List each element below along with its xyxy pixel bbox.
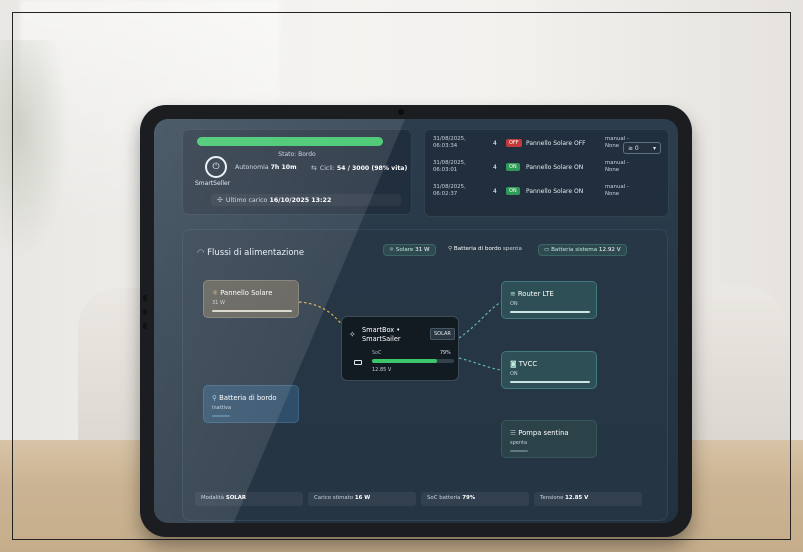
- power-icon: ⏻: [205, 156, 227, 178]
- log-row: 31/08/2025, 06:03:01 4 ON Pannello Solar…: [433, 160, 663, 180]
- router-node-sub: ON: [510, 301, 518, 307]
- side-button: [143, 323, 147, 329]
- side-button: [143, 309, 147, 315]
- battery-icon: ▭: [544, 247, 550, 253]
- autonomy-label: Autonomia: [235, 164, 269, 171]
- solar-connector: [298, 301, 344, 327]
- hub-mode-badge: SOLAR: [430, 328, 455, 340]
- log-timestamp: 31/08/2025, 06:03:34: [433, 136, 466, 149]
- router-node-bar: [510, 311, 590, 313]
- router-connector: [458, 301, 502, 339]
- chevron-down-icon: ▾: [652, 145, 656, 152]
- soc-bar-track: [372, 359, 454, 363]
- log-filter-select[interactable]: ≥ 0 ▾: [623, 142, 661, 154]
- status-card: Stato: Bordo ⏻ SmartSeller Autonomia 7h …: [182, 129, 412, 215]
- pump-node-title: ☰ Pompa sentina: [510, 429, 569, 437]
- autonomy-stat: Autonomia 7h 10m: [235, 164, 297, 171]
- footer-mode: Modalità SOLAR: [195, 492, 303, 506]
- board-battery-chip: ⚲ Batteria di bordo spenta: [448, 246, 522, 252]
- router-lte-node[interactable]: ≋ Router LTE ON: [501, 281, 597, 319]
- tvcc-connector: [458, 357, 502, 371]
- tvcc-node-title: ◙ TVCC: [510, 360, 538, 368]
- battery-node-sub: Inattiva: [212, 405, 232, 411]
- solar-chip: ☼ Solare 31 W: [383, 244, 436, 256]
- footer-voltage: Tensione 12.85 V: [534, 492, 642, 506]
- tvcc-node-sub: ON: [510, 371, 518, 377]
- last-charge: ✣ Ultimo carico 16/10/2025 13:22: [211, 194, 401, 206]
- log-timestamp: 31/08/2025, 06:03:01: [433, 160, 466, 173]
- cycles-stat: ⇆ Cicli: 54 / 3000 (98% vita): [311, 164, 408, 172]
- tvcc-node-bar: [510, 381, 590, 383]
- log-event: Pannello Solare OFF: [526, 140, 586, 147]
- event-log-card: 31/08/2025, 06:03:34 4 OFF Pannello Sola…: [424, 129, 669, 217]
- sun-icon: ☼: [389, 247, 395, 253]
- sun-icon: ☼: [212, 289, 219, 297]
- solar-panel-node[interactable]: ☼ Pannello Solare 31 W: [203, 280, 299, 318]
- cycles-label: Cicli: [319, 165, 333, 172]
- system-battery-chip: ▭ Batteria sistema 12.92 V: [538, 244, 627, 256]
- hub-soc-percent: 79%: [440, 351, 451, 356]
- log-filter-value: ≥ 0: [628, 145, 639, 152]
- footer-soc: SoC batteria 79%: [421, 492, 529, 506]
- battery-node-title: ⚲ Batteria di bordo: [212, 394, 277, 402]
- battery-node-bar: [212, 415, 230, 417]
- plug-icon: ⚲: [212, 394, 217, 402]
- cycles-value: 54 / 3000 (98% vita): [336, 165, 408, 172]
- hub-soc-label: SoC: [372, 351, 382, 356]
- tvcc-node[interactable]: ◙ TVCC ON: [501, 351, 597, 389]
- last-charge-label: Ultimo carico: [225, 197, 268, 204]
- solar-node-bar: [212, 310, 292, 312]
- status-progress-bar: [197, 137, 383, 146]
- brand-name: SmartSeller: [195, 180, 231, 187]
- gauge-icon: ◠: [197, 248, 205, 258]
- pump-icon: ☰: [510, 429, 517, 437]
- cycle-icon: ⇆: [311, 164, 317, 172]
- pump-node-sub: spenta: [510, 440, 528, 446]
- camera-icon: ◙: [510, 360, 517, 368]
- dashboard-screen: Stato: Bordo ⏻ SmartSeller Autonomia 7h …: [154, 119, 678, 523]
- camera: [398, 109, 404, 115]
- log-badge: ON: [506, 163, 520, 171]
- bilge-pump-node[interactable]: ☰ Pompa sentina spenta: [501, 420, 597, 458]
- smartbox-hub[interactable]: SmartBox • SmartSailer ✧ SOLAR SoC 79% 1…: [341, 316, 459, 381]
- footer-load: Carico stimato 16 W: [308, 492, 416, 506]
- autonomy-value: 7h 10m: [270, 164, 297, 171]
- flows-title: ◠ Flussi di alimentazione: [197, 248, 305, 258]
- side-button: [143, 295, 147, 301]
- log-badge: OFF: [506, 139, 522, 147]
- log-number: 4: [493, 188, 497, 195]
- wifi-icon: ≋: [510, 290, 516, 298]
- board-battery-node[interactable]: ⚲ Batteria di bordo Inattiva: [203, 385, 299, 423]
- power-flows-panel: ◠ Flussi di alimentazione ☼ Solare 31 W …: [182, 229, 668, 521]
- last-charge-value: 16/10/2025 13:22: [269, 197, 332, 204]
- hub-title: SmartBox • SmartSailer: [362, 326, 401, 343]
- hub-voltage: 12.85 V: [372, 367, 392, 373]
- log-timestamp: 31/08/2025, 06:02:37: [433, 184, 466, 197]
- tablet: Stato: Bordo ⏻ SmartSeller Autonomia 7h …: [140, 105, 692, 537]
- log-event: Pannello Solare ON: [526, 188, 584, 195]
- plant: [0, 40, 70, 260]
- log-event: Pannello Solare ON: [526, 164, 584, 171]
- log-number: 4: [493, 140, 497, 147]
- battery-icon: [354, 360, 362, 365]
- sparkle-icon: ✧: [349, 330, 356, 339]
- log-source: manual - None: [605, 160, 629, 173]
- solar-node-title: ☼ Pannello Solare: [212, 289, 273, 297]
- router-node-title: ≋ Router LTE: [510, 290, 554, 298]
- log-badge: ON: [506, 187, 520, 195]
- plug-icon: ⚲: [448, 246, 453, 252]
- log-row: 31/08/2025, 06:02:37 4 ON Pannello Solar…: [433, 184, 663, 204]
- log-number: 4: [493, 164, 497, 171]
- pump-node-bar: [510, 450, 528, 452]
- solar-node-sub: 31 W: [212, 300, 225, 306]
- soc-bar-fill: [372, 359, 437, 363]
- charge-icon: ✣: [217, 196, 223, 204]
- log-source: manual - None: [605, 184, 629, 197]
